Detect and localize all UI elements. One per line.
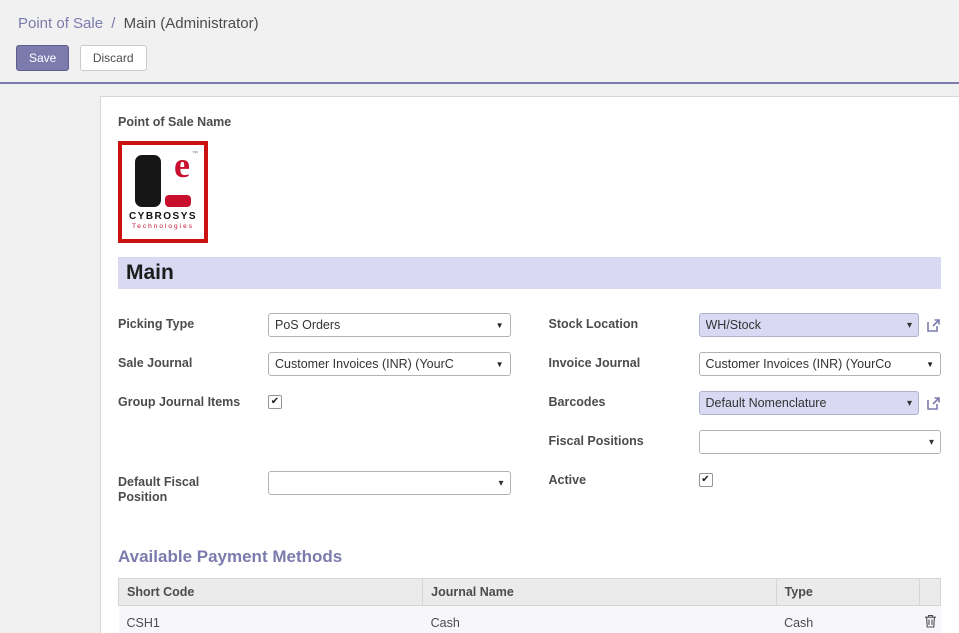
- picking-type-value: PoS Orders: [275, 318, 491, 332]
- cell-type[interactable]: Cash: [776, 606, 920, 633]
- group-journal-items-label: Group Journal Items: [118, 391, 268, 410]
- active-checkbox[interactable]: ✔: [699, 473, 713, 487]
- delete-row-button[interactable]: [920, 606, 941, 633]
- breadcrumb-current: Main (Administrator): [124, 15, 259, 32]
- stock-location-field[interactable]: WH/Stock ▾: [699, 313, 920, 337]
- active-label: Active: [549, 469, 699, 488]
- column-header-journal-name[interactable]: Journal Name: [423, 579, 776, 606]
- dropdown-caret-icon: ▼: [496, 360, 504, 369]
- dropdown-caret-icon: ▾: [907, 398, 912, 409]
- invoice-journal-label: Invoice Journal: [549, 352, 699, 371]
- logo-brand-text: CYBROSYS: [129, 211, 197, 222]
- company-logo[interactable]: e ™ CYBROSYS Technologies: [118, 141, 208, 243]
- check-icon: ✔: [271, 397, 279, 407]
- default-fiscal-position-field[interactable]: ▾: [268, 471, 511, 495]
- picking-type-label: Picking Type: [118, 313, 268, 332]
- stock-location-label: Stock Location: [549, 313, 699, 332]
- dropdown-caret-icon: ▾: [907, 320, 912, 331]
- control-panel: Point of Sale / Main (Administrator) Sav…: [0, 0, 959, 84]
- group-journal-items-checkbox[interactable]: ✔: [268, 395, 282, 409]
- form-grid: Picking Type PoS Orders ▼ Sale Journal C…: [118, 313, 941, 520]
- column-header-type[interactable]: Type: [776, 579, 920, 606]
- form-left-column: Picking Type PoS Orders ▼ Sale Journal C…: [118, 313, 511, 520]
- breadcrumb-parent-link[interactable]: Point of Sale: [18, 15, 103, 32]
- logo-black-bar: [135, 155, 161, 207]
- invoice-journal-select[interactable]: Customer Invoices (INR) (YourCo ▼: [699, 352, 942, 376]
- check-icon: ✔: [701, 475, 709, 485]
- external-link-icon[interactable]: [926, 396, 941, 411]
- dropdown-caret-icon: ▼: [496, 321, 504, 330]
- barcodes-field[interactable]: Default Nomenclature ▾: [699, 391, 920, 415]
- logo-mark-icon: e ™: [135, 155, 191, 207]
- save-button[interactable]: Save: [16, 45, 69, 71]
- default-fiscal-position-label: Default Fiscal Position: [118, 471, 268, 505]
- breadcrumb-separator: /: [111, 15, 115, 32]
- form-spacer: [118, 425, 511, 471]
- barcodes-label: Barcodes: [549, 391, 699, 410]
- dropdown-caret-icon: ▾: [498, 478, 503, 489]
- cell-short-code[interactable]: CSH1: [119, 606, 423, 633]
- breadcrumb: Point of Sale / Main (Administrator): [18, 14, 959, 34]
- sale-journal-label: Sale Journal: [118, 352, 268, 371]
- dropdown-caret-icon: ▾: [929, 437, 934, 448]
- payment-methods-heading: Available Payment Methods: [118, 547, 941, 567]
- fiscal-positions-field[interactable]: ▾: [699, 430, 942, 454]
- column-header-delete: [920, 579, 941, 606]
- barcodes-value: Default Nomenclature: [706, 396, 902, 410]
- form-right-column: Stock Location WH/Stock ▾ Invoice Journa…: [549, 313, 942, 520]
- external-link-icon[interactable]: [926, 318, 941, 333]
- stock-location-value: WH/Stock: [706, 318, 902, 332]
- table-header-row: Short Code Journal Name Type: [119, 579, 941, 606]
- sale-journal-value: Customer Invoices (INR) (YourC: [275, 357, 491, 371]
- trash-icon: [924, 617, 937, 631]
- logo-letter: e: [174, 147, 190, 183]
- payment-methods-table: Short Code Journal Name Type CSH1 Cash C…: [118, 578, 941, 633]
- fiscal-positions-label: Fiscal Positions: [549, 430, 699, 449]
- discard-button[interactable]: Discard: [80, 45, 147, 71]
- cell-journal-name[interactable]: Cash: [423, 606, 776, 633]
- toolbar: Save Discard: [16, 45, 959, 71]
- picking-type-select[interactable]: PoS Orders ▼: [268, 313, 511, 337]
- pos-name-input[interactable]: Main: [118, 257, 941, 289]
- logo-red-block: [165, 195, 191, 207]
- form-sheet: Point of Sale Name e ™ CYBROSYS Technolo…: [100, 96, 959, 633]
- dropdown-caret-icon: ▼: [926, 360, 934, 369]
- logo-subtitle-text: Technologies: [132, 223, 194, 230]
- table-row[interactable]: CSH1 Cash Cash: [119, 606, 941, 633]
- logo-trademark: ™: [192, 151, 198, 157]
- column-header-short-code[interactable]: Short Code: [119, 579, 423, 606]
- invoice-journal-value: Customer Invoices (INR) (YourCo: [706, 357, 922, 371]
- content-area: Point of Sale Name e ™ CYBROSYS Technolo…: [0, 84, 959, 633]
- pos-name-label: Point of Sale Name: [118, 115, 941, 129]
- sale-journal-select[interactable]: Customer Invoices (INR) (YourC ▼: [268, 352, 511, 376]
